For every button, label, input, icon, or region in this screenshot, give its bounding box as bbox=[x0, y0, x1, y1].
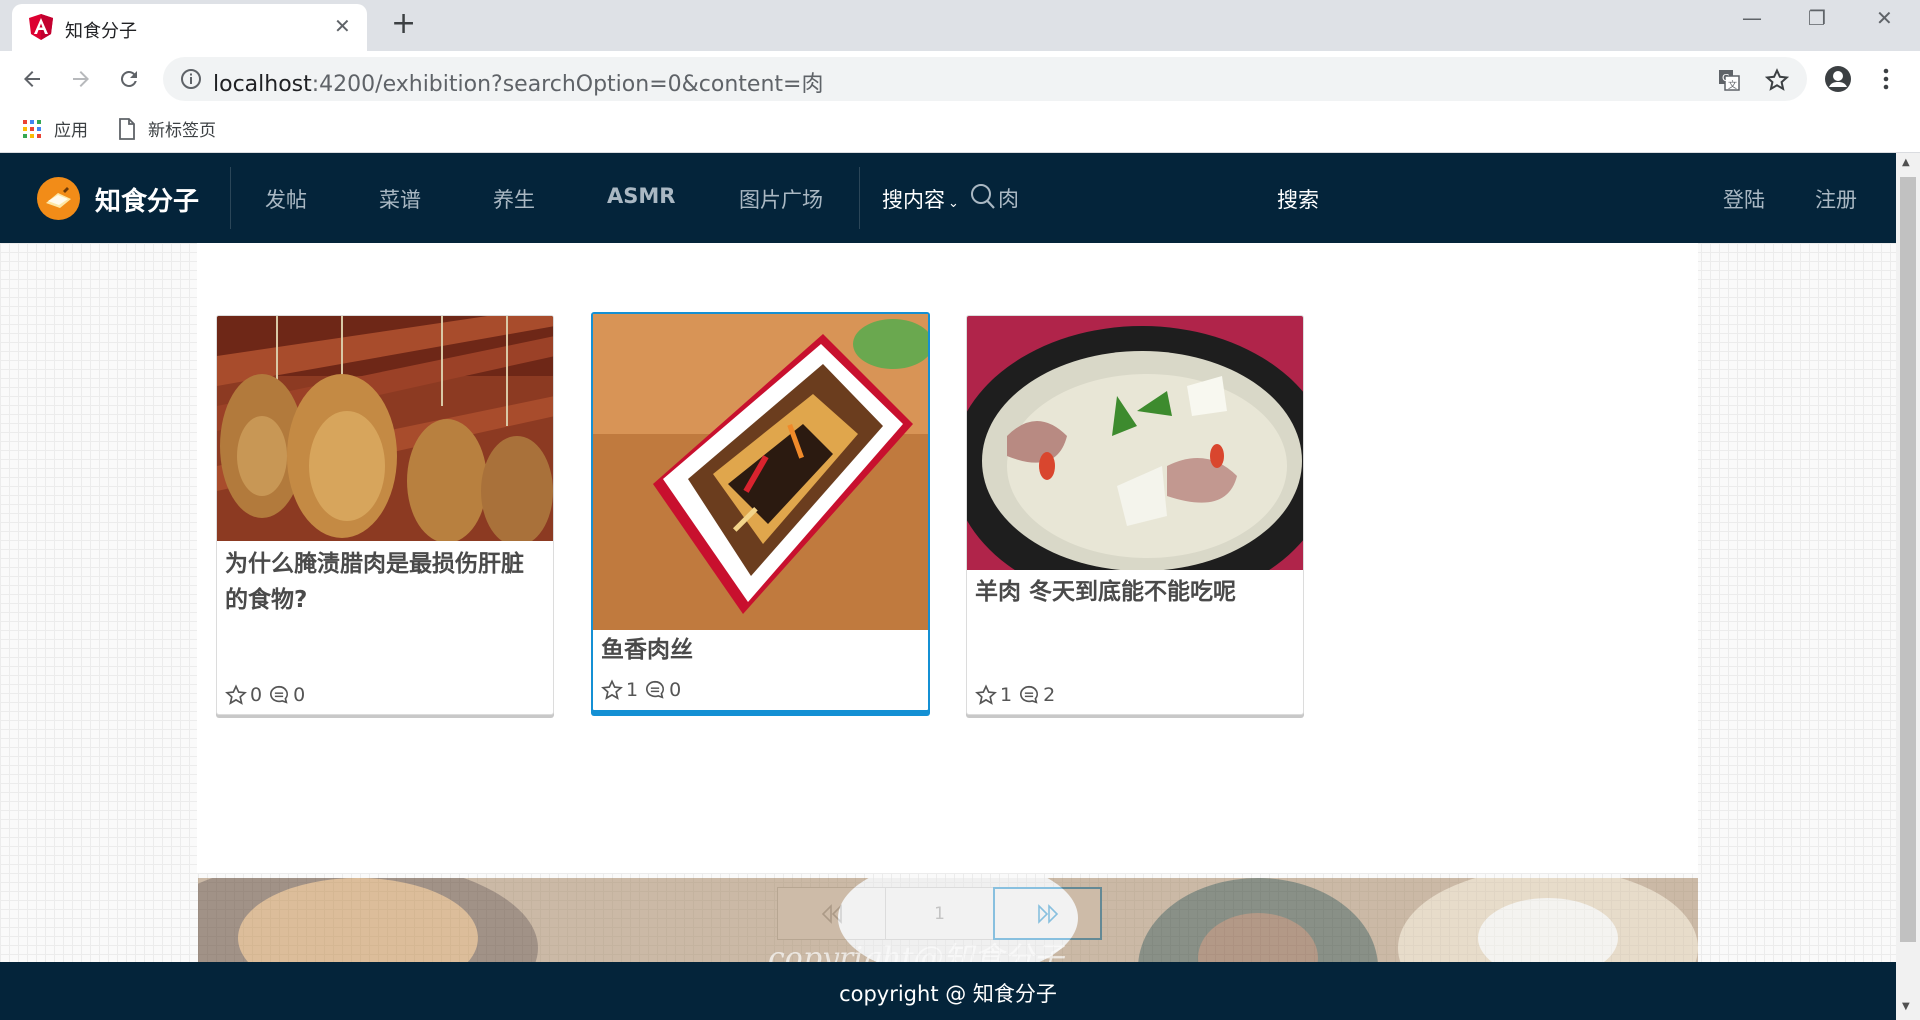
bookmark-apps[interactable]: 应用 bbox=[22, 116, 88, 141]
profile-avatar-icon[interactable] bbox=[1820, 61, 1856, 97]
post-card[interactable]: 为什么腌渍腊肉是最损伤肝脏的食物? 0 0 bbox=[216, 315, 554, 715]
nav-divider bbox=[859, 167, 860, 229]
back-icon[interactable] bbox=[14, 61, 50, 97]
site-header: 知食分子 发帖 菜谱 养生 ASMR 图片广场 搜内容⌄ 搜索 登陆 注册 bbox=[0, 153, 1896, 243]
card-stats: 0 0 bbox=[225, 684, 311, 706]
reload-icon[interactable] bbox=[111, 61, 147, 97]
post-card[interactable]: 鱼香肉丝 1 0 bbox=[591, 312, 930, 712]
card-image-shredded-pork-dish[interactable] bbox=[593, 314, 928, 630]
page-viewport: 知食分子 发帖 菜谱 养生 ASMR 图片广场 搜内容⌄ 搜索 登陆 注册 bbox=[0, 153, 1896, 1020]
card-title[interactable]: 为什么腌渍腊肉是最损伤肝脏的食物? bbox=[225, 546, 545, 618]
restore-icon[interactable]: ❐ bbox=[1808, 6, 1826, 30]
search-button[interactable]: 搜索 bbox=[1277, 184, 1319, 214]
forward-icon[interactable] bbox=[63, 61, 99, 97]
login-link[interactable]: 登陆 bbox=[1723, 184, 1765, 214]
nav-health[interactable]: 养生 bbox=[493, 184, 535, 214]
register-link[interactable]: 注册 bbox=[1815, 184, 1857, 214]
scroll-up-icon[interactable]: ▲ bbox=[1902, 157, 1910, 168]
comment-icon[interactable] bbox=[268, 684, 290, 706]
page-icon bbox=[119, 117, 135, 140]
nav-gallery[interactable]: 图片广场 bbox=[739, 184, 823, 214]
minimize-icon[interactable]: — bbox=[1742, 6, 1762, 30]
card-title[interactable]: 羊肉 冬天到底能不能吃呢 bbox=[975, 574, 1295, 610]
page-scrollbar[interactable]: ▲ ▼ bbox=[1896, 153, 1920, 1020]
nav-recipes[interactable]: 菜谱 bbox=[379, 184, 421, 214]
browser-toolbar: localhost:4200/exhibition?searchOption=0… bbox=[0, 51, 1920, 108]
site-brand[interactable]: 知食分子 bbox=[95, 181, 199, 218]
comment-count: 0 bbox=[669, 679, 682, 701]
angular-favicon-icon bbox=[29, 14, 53, 40]
chevron-down-icon: ⌄ bbox=[948, 196, 959, 211]
url-path: :4200/exhibition?searchOption=0&content=… bbox=[311, 72, 824, 97]
search-option-label: 搜内容 bbox=[882, 188, 945, 212]
bookmark-label: 应用 bbox=[54, 121, 88, 141]
post-card[interactable]: 羊肉 冬天到底能不能吃呢 1 2 bbox=[966, 315, 1304, 715]
address-bar[interactable]: localhost:4200/exhibition?searchOption=0… bbox=[163, 57, 1807, 101]
search-icon bbox=[971, 184, 995, 209]
tab-title: 知食分子 bbox=[65, 21, 137, 42]
star-icon[interactable] bbox=[225, 684, 247, 706]
browser-tab[interactable]: 知食分子 ✕ bbox=[12, 4, 367, 51]
search-input[interactable] bbox=[998, 181, 1178, 215]
tab-close-icon[interactable]: ✕ bbox=[334, 14, 351, 38]
star-icon[interactable] bbox=[975, 684, 997, 706]
card-image-mutton-soup[interactable] bbox=[967, 316, 1303, 570]
bookmarks-bar: 应用 新标签页 bbox=[0, 108, 1920, 153]
nav-divider bbox=[230, 167, 231, 229]
search-option-dropdown[interactable]: 搜内容 ⌄ bbox=[882, 184, 959, 214]
new-tab-icon[interactable]: + bbox=[391, 6, 416, 41]
card-stats: 1 2 bbox=[975, 684, 1061, 706]
nav-post[interactable]: 发帖 bbox=[265, 184, 307, 214]
svg-text:文: 文 bbox=[1728, 79, 1737, 91]
favorite-count: 1 bbox=[626, 679, 639, 701]
card-stats: 1 0 bbox=[601, 679, 687, 701]
site-logo-icon[interactable] bbox=[37, 177, 80, 220]
copyright-text: copyright @ 知食分子 bbox=[839, 982, 1057, 1006]
scrollbar-thumb[interactable] bbox=[1900, 177, 1916, 942]
bookmark-new-tab[interactable]: 新标签页 bbox=[118, 116, 216, 141]
comment-icon[interactable] bbox=[644, 679, 666, 701]
apps-grid-icon bbox=[23, 119, 41, 138]
url-host: localhost bbox=[213, 72, 312, 97]
card-image-hanging-cured-ham[interactable] bbox=[217, 316, 553, 541]
nav-asmr[interactable]: ASMR bbox=[607, 184, 675, 208]
bookmark-star-icon[interactable] bbox=[1765, 68, 1789, 92]
bookmark-label: 新标签页 bbox=[148, 121, 216, 141]
browser-tab-strip: 知食分子 ✕ + — ❐ ✕ bbox=[0, 0, 1920, 51]
favorite-count: 0 bbox=[250, 684, 263, 706]
translate-icon[interactable]: G文 bbox=[1717, 68, 1741, 92]
scroll-down-icon[interactable]: ▼ bbox=[1902, 1001, 1910, 1012]
comment-icon[interactable] bbox=[1018, 684, 1040, 706]
favorite-count: 1 bbox=[1000, 684, 1013, 706]
site-info-icon[interactable] bbox=[180, 68, 202, 90]
star-icon[interactable] bbox=[601, 679, 623, 701]
comment-count: 0 bbox=[293, 684, 306, 706]
url-text[interactable]: localhost:4200/exhibition?searchOption=0… bbox=[213, 66, 823, 98]
comment-count: 2 bbox=[1043, 684, 1056, 706]
browser-menu-icon[interactable] bbox=[1868, 61, 1904, 97]
window-close-icon[interactable]: ✕ bbox=[1876, 6, 1893, 30]
card-title[interactable]: 鱼香肉丝 bbox=[601, 632, 921, 668]
site-footer: copyright @ 知食分子 bbox=[0, 962, 1896, 1020]
